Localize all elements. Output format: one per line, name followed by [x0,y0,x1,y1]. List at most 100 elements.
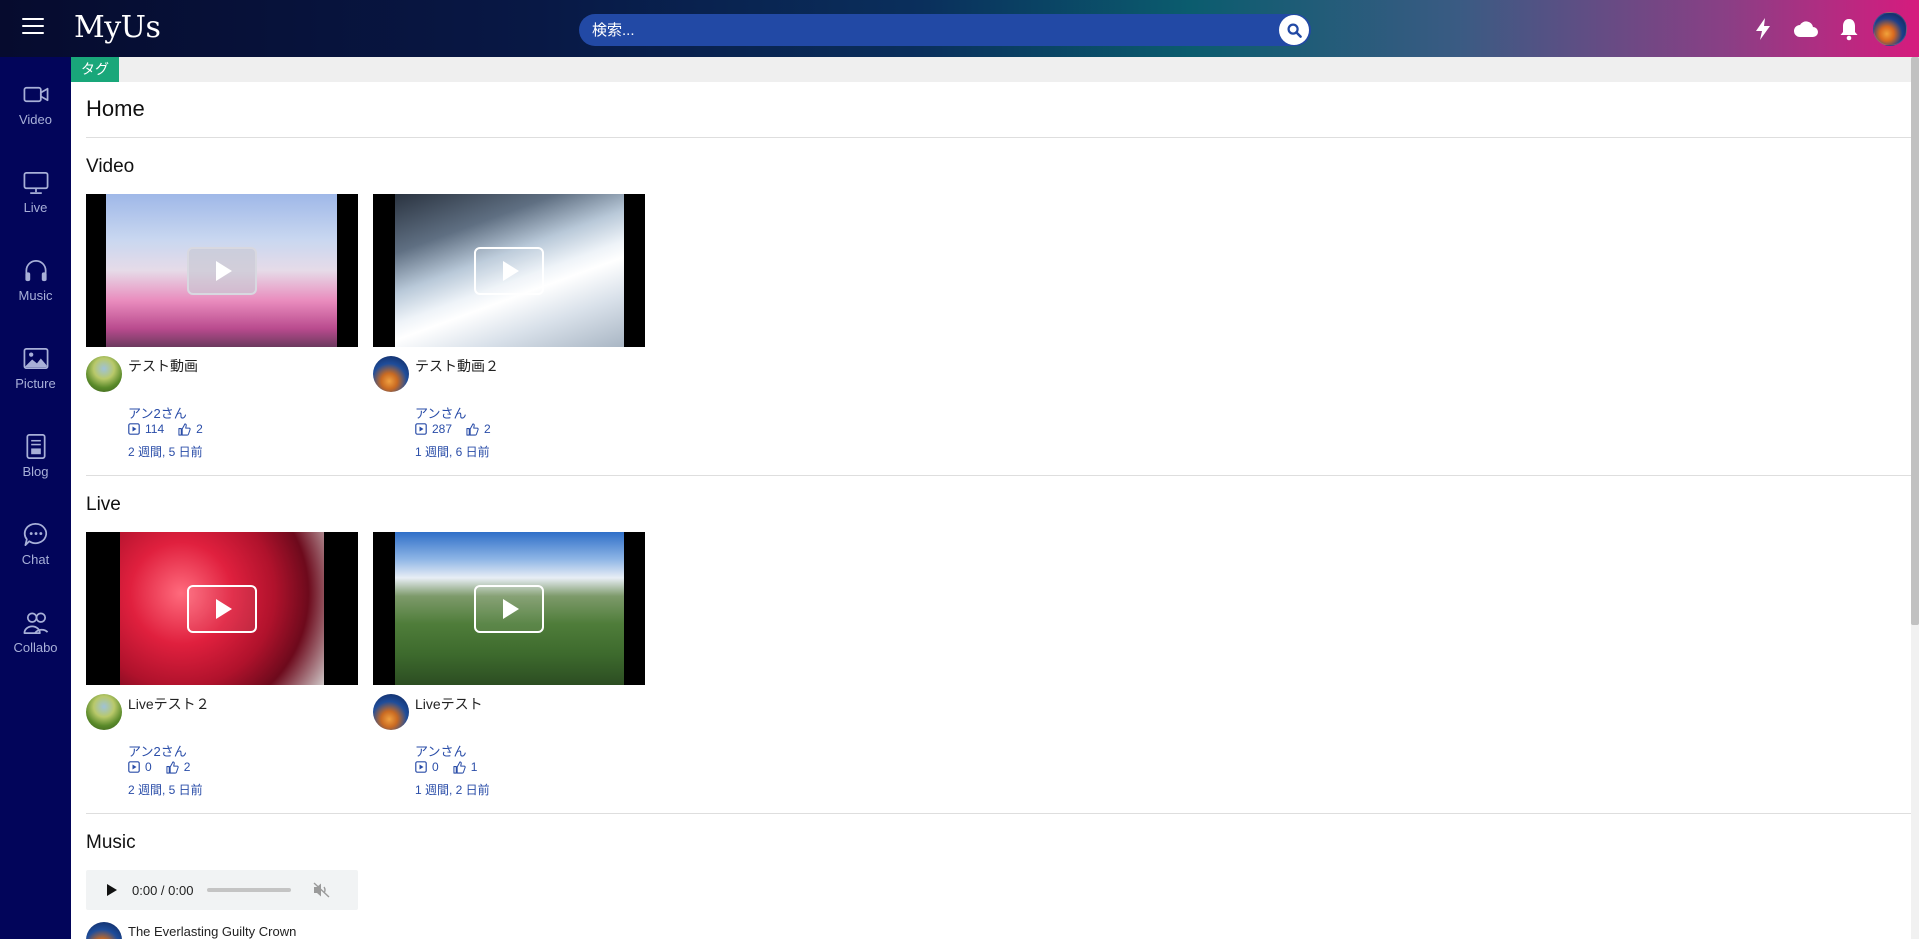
upload-date: 1 週間, 2 日前 [415,783,490,797]
upload-date: 1 週間, 6 日前 [415,445,490,459]
like-count: 2 [484,422,491,436]
user-avatar[interactable] [1873,12,1907,46]
top-bar: MyUs [0,0,1919,57]
play-count-icon [128,423,140,435]
play-icon[interactable] [106,883,118,897]
sidebar-item-label: Chat [21,552,50,567]
sidebar-item-label: Music [18,288,53,303]
section-title-live[interactable]: Live [86,494,121,516]
headphones-icon [24,259,47,282]
sidebar-item-collabo[interactable]: Collabo [0,585,71,655]
view-count: 114 [145,422,165,436]
video-stats: 287 2 [415,422,491,436]
video-title[interactable]: テスト動画２ [415,356,499,376]
section-title-video[interactable]: Video [86,156,134,178]
search-icon [1286,22,1302,38]
live-thumbnail[interactable] [373,532,645,685]
app-logo[interactable]: MyUs [74,10,161,45]
channel-avatar[interactable] [86,356,122,392]
video-camera-icon [23,86,48,103]
video-title[interactable]: テスト動画 [128,356,198,376]
lightning-button[interactable] [1749,13,1777,45]
header-actions [1734,12,1907,46]
people-icon [23,612,48,634]
divider [86,813,1911,814]
live-stats: 0 1 [415,760,477,774]
section-title-music[interactable]: Music [86,832,136,854]
bell-icon [1840,19,1858,41]
channel-name[interactable]: アンさん [415,403,466,422]
tag-chip[interactable]: タグ [71,57,119,82]
sidebar-item-label: Live [23,200,48,215]
play-button[interactable] [474,585,544,633]
channel-avatar[interactable] [373,694,409,730]
thumbs-up-icon [453,760,466,774]
channel-name[interactable]: アンさん [415,741,466,760]
sidebar-item-picture[interactable]: Picture [0,321,71,391]
sidebar-item-label: Collabo [13,640,58,655]
sidebar-item-label: Blog [22,464,49,479]
video-card: テスト動画２ アンさん 287 2 1 週間, 6 日前 [373,194,645,459]
sidebar-item-video[interactable]: Video [0,57,71,127]
play-count-icon [128,761,140,773]
page-title: Home [86,96,145,121]
view-count: 0 [145,760,152,774]
play-count-icon [415,423,427,435]
play-button[interactable] [187,247,257,295]
like-count: 2 [196,422,203,436]
thumbs-up-icon [178,422,191,436]
chat-bubble-icon [23,523,47,546]
live-card: Liveテスト アンさん 0 1 1 週間, 2 日前 [373,532,645,797]
audio-progress-bar[interactable] [207,888,292,892]
video-stats: 114 2 [128,422,203,436]
sidebar-item-live[interactable]: Live [0,145,71,215]
live-card: Liveテスト２ アン2さん 0 2 2 週間, 5 日前 [86,532,358,797]
play-button[interactable] [474,247,544,295]
live-title[interactable]: Liveテスト２ [128,694,210,714]
sidebar: Video Live Music Picture Blog Chat Colla… [0,57,71,939]
live-thumbnail[interactable] [86,532,358,685]
like-count: 1 [470,760,478,774]
search-bar [579,14,1311,46]
sidebar-item-chat[interactable]: Chat [0,497,71,567]
channel-avatar[interactable] [86,694,122,730]
upload-date: 2 週間, 5 日前 [128,445,203,459]
audio-time: 0:00 / 0:00 [132,882,194,898]
search-input[interactable] [579,14,1279,46]
play-count-icon [415,761,427,773]
channel-name[interactable]: アン2さん [128,741,187,760]
channel-name[interactable]: アン2さん [128,403,187,422]
view-count: 287 [432,422,453,436]
cloud-icon [1794,21,1818,37]
live-stats: 0 2 [128,760,190,774]
upload-date: 2 週間, 5 日前 [128,783,203,797]
like-count: 2 [183,760,191,774]
notifications-button[interactable] [1835,13,1863,45]
monitor-icon [23,171,48,194]
audio-player: 0:00 / 0:00 [86,870,358,910]
channel-avatar[interactable] [86,922,122,939]
hamburger-menu-icon[interactable] [22,18,44,36]
image-icon [23,347,48,370]
mute-icon[interactable] [313,882,331,898]
channel-avatar[interactable] [373,356,409,392]
document-icon [25,434,46,459]
thumbs-up-icon [166,760,179,774]
video-thumbnail[interactable] [86,194,358,347]
sidebar-item-music[interactable]: Music [0,233,71,303]
sidebar-item-label: Video [18,112,52,127]
music-title[interactable]: The Everlasting Guilty Crown [128,924,296,939]
divider [86,475,1911,476]
video-thumbnail[interactable] [373,194,645,347]
search-button[interactable] [1279,15,1309,45]
view-count: 0 [432,760,439,774]
tag-bar [71,57,1911,82]
divider [86,137,1911,138]
scrollbar-thumb[interactable] [1911,57,1919,625]
sidebar-item-blog[interactable]: Blog [0,409,71,479]
video-card: テスト動画 アン2さん 114 2 2 週間, 5 日前 [86,194,358,459]
lightning-icon [1756,18,1770,40]
play-button[interactable] [187,585,257,633]
cloud-button[interactable] [1792,13,1820,45]
live-title[interactable]: Liveテスト [415,694,483,714]
